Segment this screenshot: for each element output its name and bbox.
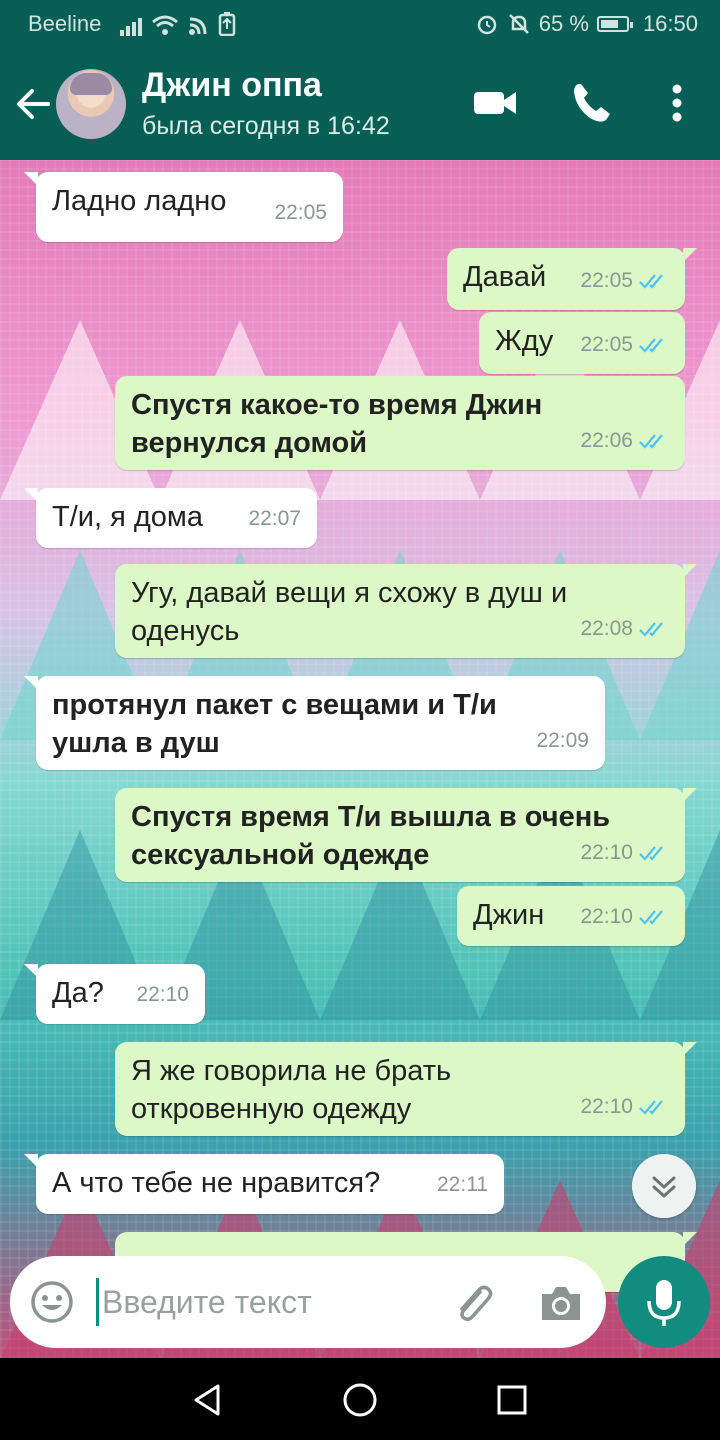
nav-recents-icon[interactable] [492, 1380, 532, 1420]
avatar[interactable] [56, 69, 126, 139]
message-time: 22:06 [580, 422, 669, 460]
hotspot-icon [189, 17, 207, 35]
carrier-label: Beeline [28, 11, 102, 36]
outgoing-message[interactable]: Давай 22:05 [447, 248, 697, 310]
message-text: Да? [52, 977, 104, 1009]
message-text: Я же говорила не брать [131, 1055, 452, 1087]
contact-name[interactable]: Джин оппа [142, 66, 322, 105]
message-time: 22:09 [536, 729, 589, 752]
status-right: 65 % 16:50 [475, 11, 698, 37]
message-time: 22:05 [580, 262, 669, 300]
outgoing-message[interactable]: Угу, давай вещи я схожу в душ и оденусь … [115, 564, 697, 658]
message-time: 22:07 [248, 507, 301, 530]
message-time: 22:10 [136, 983, 189, 1006]
nav-home-icon[interactable] [340, 1380, 380, 1420]
message-time: 22:10 [580, 1088, 669, 1126]
message-time: 22:08 [580, 610, 669, 648]
double-check-icon [639, 338, 663, 353]
message-text: Давай [463, 261, 547, 293]
battery-icon [596, 16, 633, 32]
microphone-icon [647, 1280, 681, 1326]
message-time: 22:10 [580, 898, 669, 936]
last-seen: была сегодня в 16:42 [142, 112, 390, 140]
chat-header: Джин оппа была сегодня в 16:42 [0, 48, 720, 160]
double-check-icon [639, 434, 663, 449]
message-text: Жду [495, 325, 554, 357]
message-time: 22:11 [437, 1173, 488, 1196]
message-time: 22:05 [580, 326, 669, 364]
message-text: Угу, давай вещи я схожу в душ и [131, 577, 568, 609]
message-text: Ладно ладно [52, 185, 227, 217]
microphone-button[interactable] [618, 1256, 710, 1348]
phone-icon[interactable] [566, 78, 616, 128]
wifi-icon [152, 15, 178, 35]
incoming-message[interactable]: Да? 22:10 [24, 964, 205, 1024]
outgoing-message[interactable]: Джин 22:10 [457, 886, 685, 946]
status-bar: Beeline 65 % 16:50 [0, 0, 720, 48]
message-composer: Введите текст [10, 1256, 606, 1348]
message-text: протянул пакет с вещами и Т/и [52, 689, 497, 721]
signal-strength-icon [120, 16, 142, 36]
incoming-message[interactable]: Т/и, я дома 22:07 [24, 488, 317, 548]
double-check-icon [639, 274, 663, 289]
battery-saver-icon [218, 12, 236, 36]
outgoing-message[interactable]: Спустя время Т/и вышла в очень сексуальн… [115, 788, 697, 882]
mute-icon [508, 14, 529, 34]
paperclip-icon[interactable] [450, 1280, 496, 1326]
video-call-icon[interactable] [470, 78, 520, 128]
battery-percent: 65 % [538, 11, 589, 36]
arrow-left-icon[interactable] [14, 84, 54, 124]
clock: 16:50 [642, 11, 698, 36]
alarm-icon [477, 15, 497, 35]
message-input[interactable]: Введите текст [96, 1278, 432, 1326]
double-check-icon [639, 846, 663, 861]
double-check-icon [639, 622, 663, 637]
incoming-message[interactable]: протянул пакет с вещами и Т/и ушла в душ… [24, 676, 605, 770]
outgoing-message[interactable]: Я же говорила не брать откровенную одежд… [115, 1042, 697, 1136]
double-check-icon [639, 1100, 663, 1115]
system-nav-bar [0, 1358, 720, 1440]
message-text: Джин [473, 899, 545, 931]
chevrons-down-icon[interactable] [632, 1154, 696, 1218]
more-vert-icon[interactable] [652, 78, 702, 128]
nav-back-icon[interactable] [188, 1380, 228, 1420]
chat-area[interactable]: Ладно ладно 22:05 Давай 22:05 Жду 22:05 … [0, 160, 720, 1358]
emoji-icon[interactable] [30, 1280, 74, 1324]
incoming-message[interactable]: Ладно ладно 22:05 [24, 172, 343, 242]
message-text: Т/и, я дома [52, 501, 203, 533]
signal-icons [120, 12, 236, 36]
double-check-icon [639, 910, 663, 925]
message-text: ушла в душ [52, 727, 220, 759]
message-time: 22:05 [274, 201, 327, 224]
camera-icon[interactable] [538, 1282, 584, 1324]
message-text: А что тебе не нравится? [52, 1167, 381, 1199]
outgoing-message[interactable]: Жду 22:05 [479, 312, 685, 374]
message-time: 22:10 [580, 834, 669, 872]
incoming-message[interactable]: А что тебе не нравится? 22:11 [24, 1154, 504, 1214]
outgoing-message[interactable]: Спустя какое-то время Джин вернулся домо… [115, 376, 685, 470]
message-text: Спустя какое-то время Джин [131, 389, 543, 421]
message-text: Спустя время Т/и вышла в очень [131, 801, 611, 833]
